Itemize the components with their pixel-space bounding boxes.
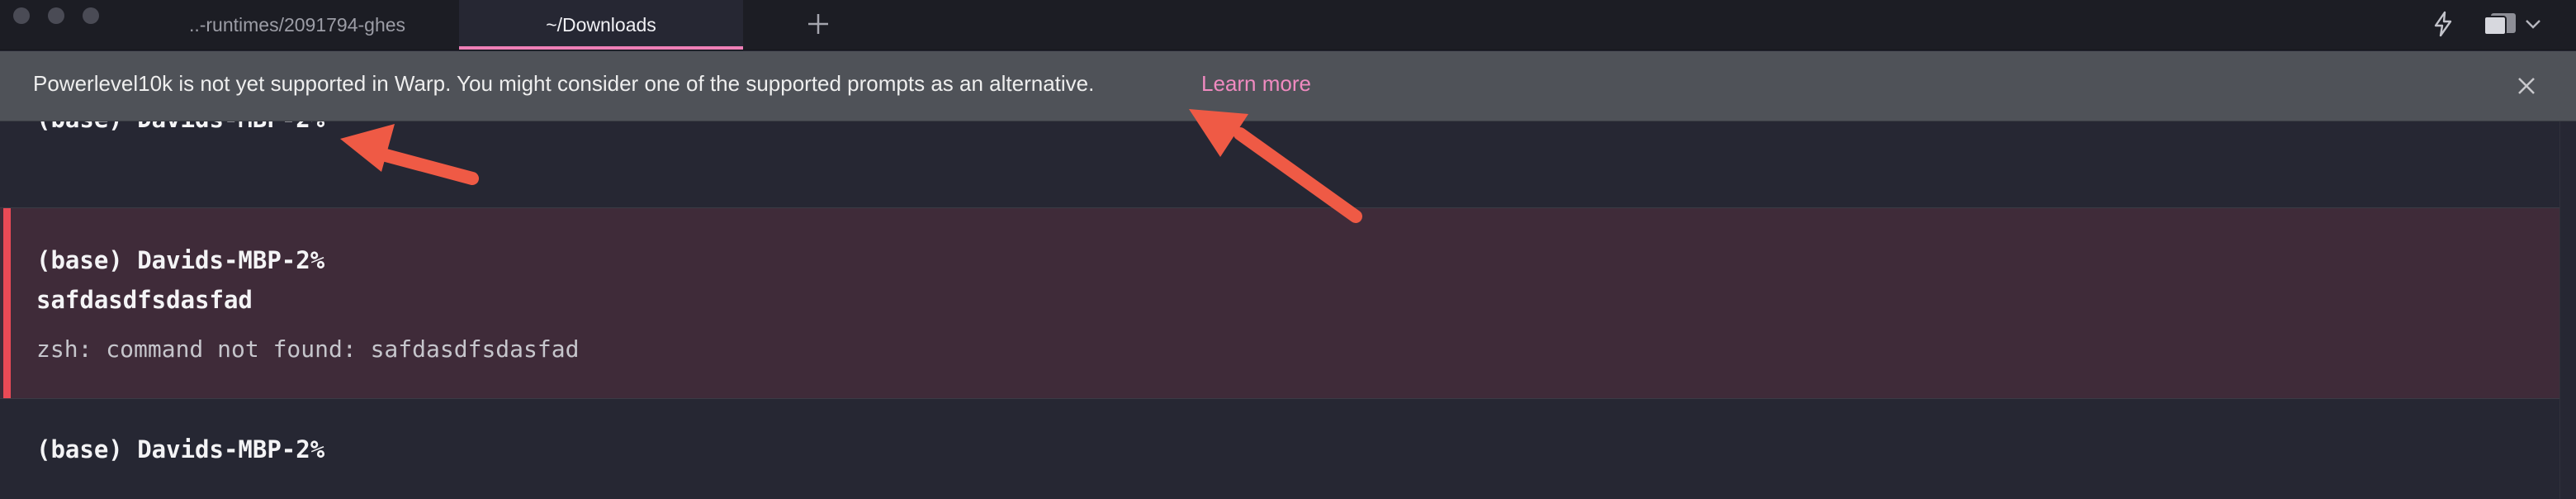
prompt-text: (base) Davids-MBP-2% [36, 121, 324, 133]
scrollbar[interactable] [2559, 121, 2576, 499]
notification-banner: Powerlevel10k is not yet supported in Wa… [0, 51, 2576, 121]
tab-runtimes[interactable]: ..-runtimes/2091794-ghes [140, 0, 454, 50]
panel-menu-button[interactable] [2475, 5, 2550, 43]
lightning-icon [2434, 11, 2452, 37]
terminal-block-previous[interactable]: (base) Davids-MBP-2% [0, 121, 2559, 208]
new-tab-button[interactable] [799, 5, 837, 43]
command-text: safdasdfsdasfad [36, 286, 253, 314]
chevron-down-icon [2526, 20, 2540, 29]
terminal-block-error[interactable]: (base) Davids-MBP-2% safdasdfsdasfad zsh… [0, 208, 2559, 399]
terminal-block-input[interactable]: (base) Davids-MBP-2% [0, 399, 2559, 499]
panel-toggle-icon [2484, 13, 2516, 36]
minimize-window-button[interactable] [48, 7, 64, 24]
tab-bar: ..-runtimes/2091794-ghes ~/Downloads [0, 0, 2576, 50]
close-window-button[interactable] [13, 7, 30, 24]
tab-label: ~/Downloads [546, 13, 656, 36]
warp-ai-button[interactable] [2424, 5, 2462, 43]
banner-close-button[interactable] [2510, 69, 2543, 102]
tab-label: ..-runtimes/2091794-ghes [188, 13, 406, 36]
learn-more-link[interactable]: Learn more [1201, 71, 1311, 97]
command-output: zsh: command not found: safdasdfsdasfad [36, 335, 580, 363]
tab-downloads[interactable]: ~/Downloads [459, 0, 743, 50]
banner-message: Powerlevel10k is not yet supported in Wa… [33, 71, 1095, 96]
close-icon [2518, 78, 2535, 94]
prompt-text: (base) Davids-MBP-2% [36, 435, 325, 463]
zoom-window-button[interactable] [83, 7, 99, 24]
plus-icon [808, 14, 828, 34]
prompt-text: (base) Davids-MBP-2% [36, 246, 325, 274]
warp-terminal-window: ..-runtimes/2091794-ghes ~/Downloads (ba… [0, 0, 2576, 499]
